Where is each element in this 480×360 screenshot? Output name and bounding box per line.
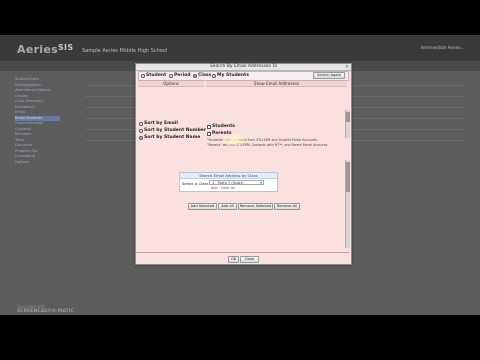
- checkbox-icon: [207, 131, 211, 136]
- select-class-label: Select a Class: [182, 181, 209, 186]
- radio-icon: [139, 128, 143, 133]
- radio-icon: [212, 73, 216, 78]
- search-type-radio-group: Student Period Class My Students Search …: [138, 71, 349, 81]
- sort-by-student-number-radio[interactable]: Sort by Student Number: [139, 128, 206, 133]
- user-label[interactable]: Intermediate Aeries...: [421, 45, 464, 50]
- email-search-dialog: Search By Email Addresses To × Student P…: [135, 63, 352, 265]
- class-search-box: Search Email Address by Class Select a C…: [179, 172, 278, 192]
- remove-all-button[interactable]: Remove All: [274, 203, 300, 210]
- class-search-title: Search Email Address by Class: [180, 173, 277, 179]
- aeries-logo: AeriesSIS: [17, 43, 74, 56]
- add-selected-button[interactable]: Add Selected: [188, 203, 217, 210]
- radio-student[interactable]: Student: [141, 73, 166, 78]
- upper-scrollbar[interactable]: [345, 110, 350, 138]
- search-again-button[interactable]: Search Again: [313, 72, 345, 79]
- class-select[interactable]: 1 - Math 7 (Scott) ▾: [209, 180, 264, 185]
- students-checkbox[interactable]: Students: [207, 124, 235, 129]
- options-header: Options: [138, 81, 204, 87]
- dialog-footer-divider: [136, 252, 349, 253]
- radio-class[interactable]: Class: [193, 73, 211, 78]
- add-all-button[interactable]: Add All: [218, 203, 237, 210]
- scrollbar-thumb[interactable]: [346, 162, 350, 192]
- mouse-cursor-highlight: [222, 134, 246, 146]
- school-name: Sample Aeries Middle High School: [82, 48, 168, 54]
- scrollbar-thumb[interactable]: [346, 112, 350, 122]
- close-icon[interactable]: ×: [345, 64, 349, 70]
- close-button[interactable]: Close: [240, 256, 259, 263]
- lower-scrollbar[interactable]: [345, 160, 350, 248]
- watermark-line2: SCREENCAST-O-MATIC: [17, 309, 74, 314]
- radio-selected-icon: [139, 135, 143, 140]
- dialog-title: Search By Email Addresses To: [136, 64, 351, 71]
- radio-icon: [169, 73, 173, 78]
- add-clear-links[interactable]: Add · Clear All: [211, 186, 235, 190]
- checkbox-icon: [207, 124, 211, 129]
- show-email-header: Show Email Addresses: [206, 81, 347, 87]
- ok-button[interactable]: OK: [228, 256, 239, 263]
- sort-by-student-name-radio[interactable]: Sort by Student Name: [139, 135, 200, 140]
- sidebar: Student Data Demographics Attendance Opt…: [15, 77, 60, 165]
- radio-selected-icon: [193, 73, 197, 78]
- top-bar: AeriesSIS Sample Aeries Middle High Scho…: [0, 35, 480, 61]
- sidebar-item[interactable]: Options: [15, 160, 60, 166]
- sort-by-email-radio[interactable]: Sort by Email: [139, 121, 178, 126]
- radio-icon: [141, 73, 145, 78]
- remove-selected-button[interactable]: Remove Selected: [238, 203, 273, 210]
- chevron-down-icon: ▾: [260, 181, 262, 185]
- radio-period[interactable]: Period: [169, 73, 190, 78]
- radio-my-students[interactable]: My Students: [212, 73, 249, 78]
- radio-icon: [139, 121, 143, 126]
